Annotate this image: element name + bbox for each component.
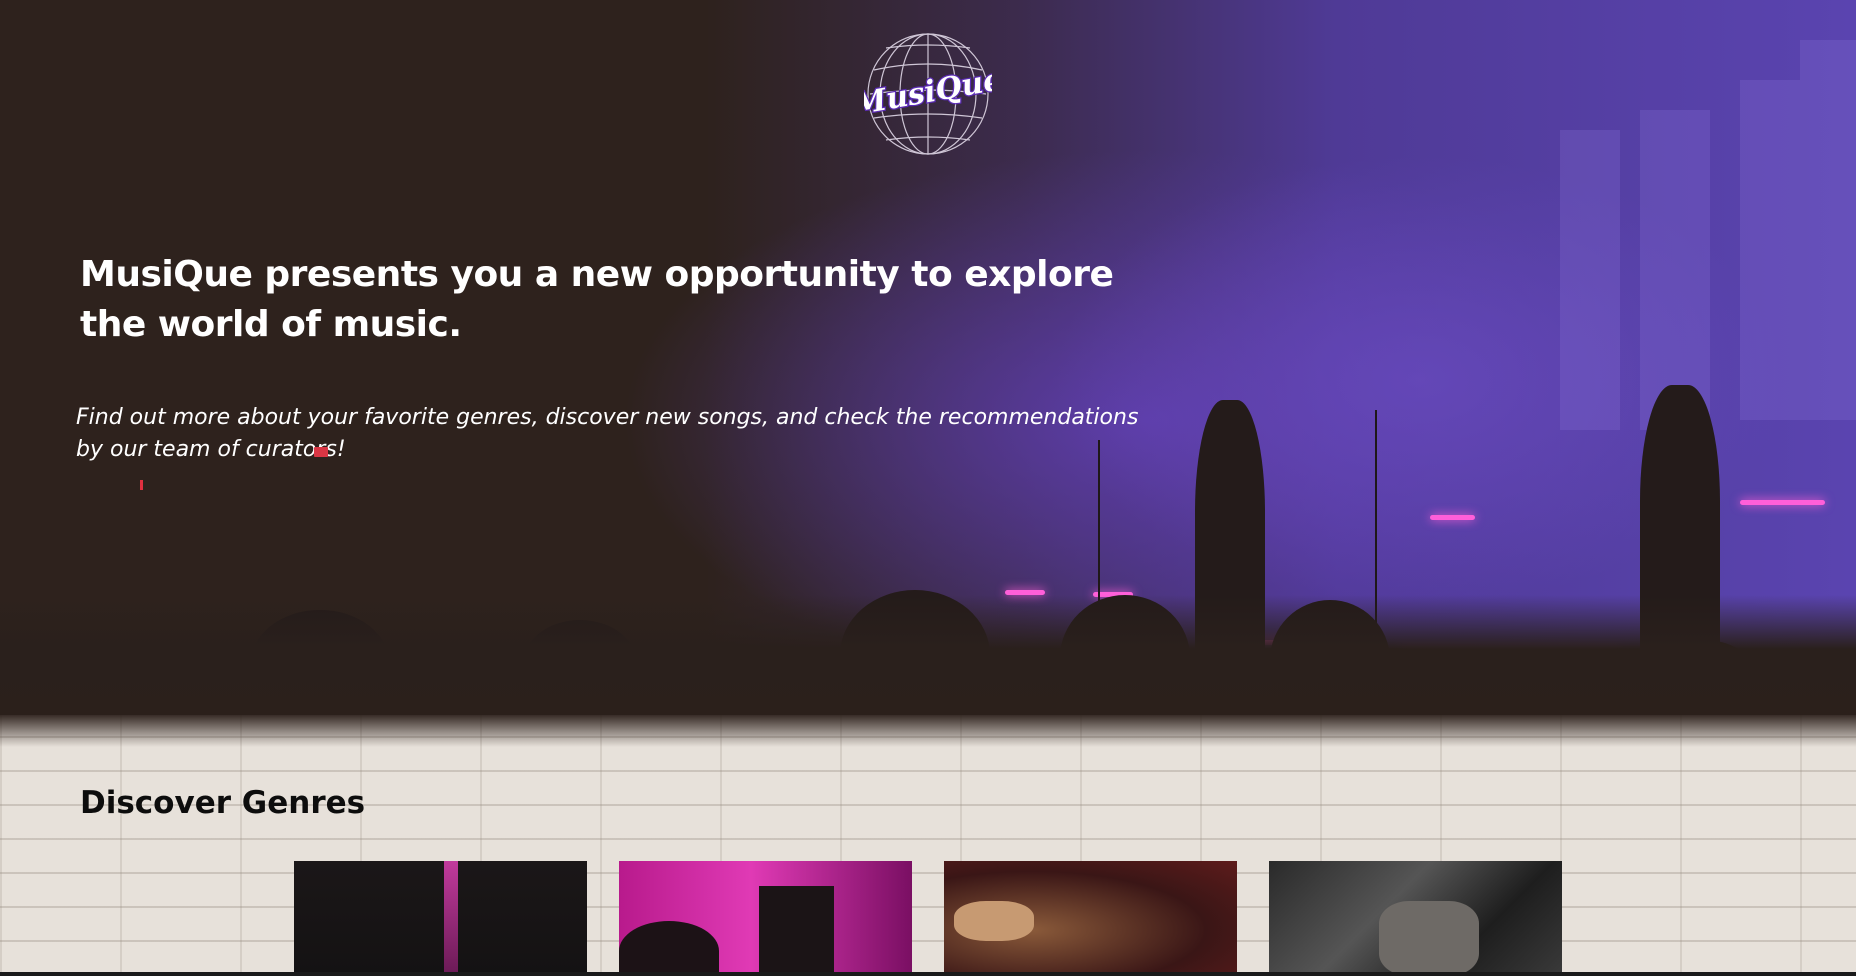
stage-pillar: [1640, 110, 1710, 430]
genres-section: [0, 715, 1856, 976]
stage-pillar: [1740, 80, 1800, 420]
crowd-overlay: [0, 595, 1856, 715]
stage-light: [1740, 500, 1825, 505]
discover-genres-heading: Discover Genres: [80, 785, 366, 821]
genre-card-1[interactable]: [294, 861, 587, 976]
genre-card-2[interactable]: [619, 861, 912, 976]
stage-pillar: [1800, 40, 1856, 420]
hero-section: MusiQue MusiQue presents you a new oppor…: [0, 0, 1856, 715]
hero-subtitle: Find out more about your favorite genres…: [76, 405, 1139, 462]
hero-title: MusiQue presents you a new opportunity t…: [80, 254, 1114, 345]
musique-logo[interactable]: MusiQue: [848, 30, 1006, 158]
red-light: [140, 480, 143, 490]
stage-light: [1430, 515, 1475, 520]
globe-logo-icon: MusiQue: [848, 33, 1006, 155]
guitar-image: [444, 861, 458, 976]
trumpet-image: [954, 901, 1034, 941]
stage-pink-image: [759, 886, 834, 976]
genre-card-3[interactable]: [944, 861, 1237, 976]
genre-card-4[interactable]: [1269, 861, 1562, 976]
exit-sign: [314, 447, 328, 457]
stage-pillar: [1560, 130, 1620, 430]
crowd-silhouette: [619, 921, 719, 976]
page-bottom-edge: [0, 972, 1856, 976]
guitarist-image: [1379, 901, 1479, 976]
